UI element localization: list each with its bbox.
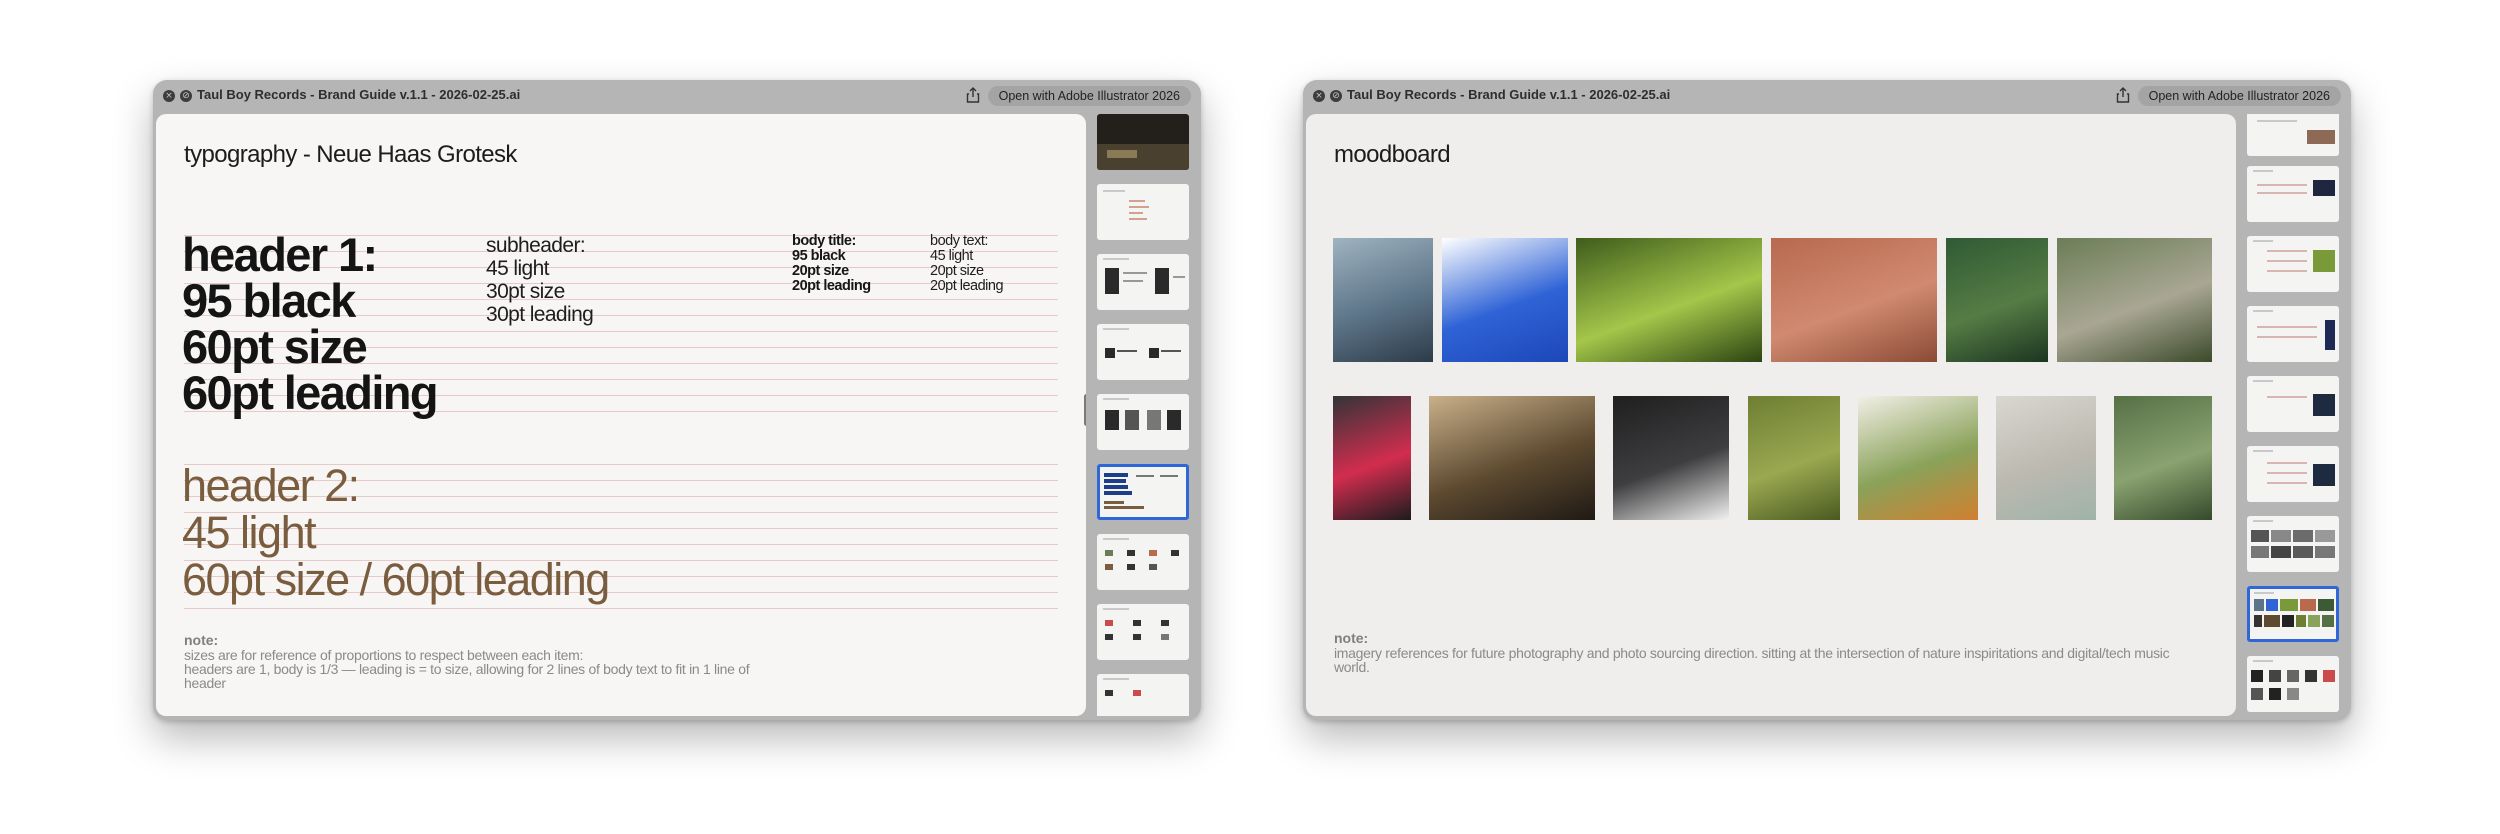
moodboard-image-overgrown-building[interactable] (2057, 238, 2212, 362)
close-icon[interactable]: × (163, 90, 175, 102)
header-1-line: header 1: (182, 228, 378, 281)
moodboard-image-sea-rock[interactable] (1429, 396, 1595, 520)
subheader-specimen: subheader: 45 light 30pt size 30pt leadi… (486, 234, 594, 326)
page-thumbnail[interactable] (2247, 446, 2339, 502)
body-text-line: 20pt size (930, 263, 984, 279)
share-icon[interactable] (2115, 86, 2131, 104)
header-1-line: 60pt size (182, 320, 368, 373)
page-thumbnail[interactable] (1097, 534, 1189, 590)
moodboard-image-mountain-haze[interactable] (1333, 238, 1433, 362)
header-1-line: 95 black (182, 274, 356, 327)
moodboard-image-green-forest-blur[interactable] (1576, 238, 1762, 362)
body-title-specimen: body title: 95 black 20pt size 20pt lead… (792, 234, 871, 294)
body-title-line: 20pt leading (792, 278, 871, 294)
note-line: imagery references for future photograph… (1334, 645, 2170, 661)
title-bar: × ⊘ Taul Boy Records - Brand Guide v.1.1… (1303, 80, 2351, 112)
page-thumbnail[interactable] (2247, 656, 2339, 712)
page-thumbnail[interactable] (2247, 114, 2339, 156)
share-icon[interactable] (965, 86, 981, 104)
page-title: typography - Neue Haas Grotesk (184, 141, 517, 168)
note-title: note: (1334, 630, 1369, 646)
open-with-illustrator-button[interactable]: Open with Adobe Illustrator 2026 (987, 86, 1191, 106)
moodboard-image-green-dunes[interactable] (2114, 396, 2212, 520)
guide-line (184, 608, 1058, 609)
open-with-illustrator-button[interactable]: Open with Adobe Illustrator 2026 (2137, 86, 2341, 106)
note-body: sizes are for reference of proportions t… (184, 647, 750, 691)
page-thumbnail-sidebar[interactable] (2243, 114, 2347, 716)
page-title: moodboard (1334, 141, 1451, 168)
header-2-specimen: header 2: 45 light 60pt size / 60pt lead… (182, 460, 610, 605)
body-title-line: 95 black (792, 248, 846, 264)
left-preview-window: × ⊘ Taul Boy Records - Brand Guide v.1.1… (153, 80, 1201, 720)
window-menu-icon[interactable]: ⊘ (1330, 90, 1342, 102)
page-thumbnail-sidebar[interactable] (1093, 114, 1197, 716)
body-title-line: body title: (792, 233, 856, 249)
page-thumbnail[interactable] (2247, 166, 2339, 222)
note-body: imagery references for future photograph… (1334, 645, 2170, 675)
page-thumbnail[interactable] (2247, 376, 2339, 432)
note-title: note: (184, 632, 219, 648)
body-text-specimen: body text: 45 light 20pt size 20pt leadi… (930, 233, 1004, 294)
moodboard-image-lily-pad[interactable] (1858, 396, 1978, 520)
header-1-specimen: header 1: 95 black 60pt size 60pt leadin… (182, 228, 439, 419)
header-2-line: 60pt size / 60pt leading (182, 554, 610, 605)
page-thumbnail[interactable] (1097, 394, 1189, 450)
body-title-line: 20pt size (792, 263, 849, 279)
page-thumbnail[interactable] (1097, 114, 1189, 170)
right-preview-window: × ⊘ Taul Boy Records - Brand Guide v.1.1… (1303, 80, 2351, 720)
subheader-line: 45 light (486, 257, 550, 280)
header-2-line: 45 light (182, 507, 317, 558)
subheader-line: 30pt leading (486, 303, 594, 326)
page-thumbnail[interactable] (1097, 604, 1189, 660)
moodboard-image-green-canopy[interactable] (1946, 238, 2048, 362)
subheader-line: subheader: (486, 234, 586, 257)
moodboard-image-printed-shirt[interactable] (1996, 396, 2096, 520)
window-menu-icon[interactable]: ⊘ (180, 90, 192, 102)
header-2-line: header 2: (182, 460, 360, 511)
moodboard-image-blue-tshirt[interactable] (1442, 238, 1568, 362)
moodboard-image-red-rock-texture[interactable] (1771, 238, 1937, 362)
window-title: Taul Boy Records - Brand Guide v.1.1 - 2… (197, 87, 521, 102)
page-thumbnail[interactable] (1097, 254, 1189, 310)
header-1-line: 60pt leading (182, 366, 439, 419)
body-text-line: 45 light (930, 248, 973, 264)
artboard-canvas: typography - Neue Haas Grotesk header 1:… (156, 114, 1086, 716)
page-thumbnail[interactable] (2247, 516, 2339, 572)
body-text-line: 20pt leading (930, 278, 1004, 294)
title-bar: × ⊘ Taul Boy Records - Brand Guide v.1.1… (153, 80, 1201, 112)
moodboard-image-deer-in-grass[interactable] (1748, 396, 1840, 520)
page-thumbnail-selected[interactable] (2247, 586, 2339, 642)
moodboard-image-cdj-turntable[interactable] (1613, 396, 1729, 520)
page-thumbnail[interactable] (1097, 184, 1189, 240)
page-thumbnail[interactable] (1097, 324, 1189, 380)
page-thumbnail[interactable] (2247, 306, 2339, 362)
close-icon[interactable]: × (1313, 90, 1325, 102)
note-line: header (184, 675, 226, 691)
page-thumbnail-selected[interactable] (1097, 464, 1189, 520)
window-title: Taul Boy Records - Brand Guide v.1.1 - 2… (1347, 87, 1671, 102)
page-thumbnail[interactable] (1097, 674, 1189, 716)
canvas-scrollbar[interactable] (1084, 394, 1086, 426)
subheader-line: 30pt size (486, 280, 565, 303)
artboard-canvas: moodboard note: imagery references for f… (1306, 114, 2236, 716)
note-line: sizes are for reference of proportions t… (184, 647, 584, 663)
note-line: world. (1334, 659, 1370, 675)
body-text-line: body text: (930, 233, 988, 249)
moodboard-image-ipod-device[interactable] (1333, 396, 1411, 520)
page-thumbnail[interactable] (2247, 236, 2339, 292)
note-line: headers are 1, body is 1/3 — leading is … (184, 661, 750, 677)
